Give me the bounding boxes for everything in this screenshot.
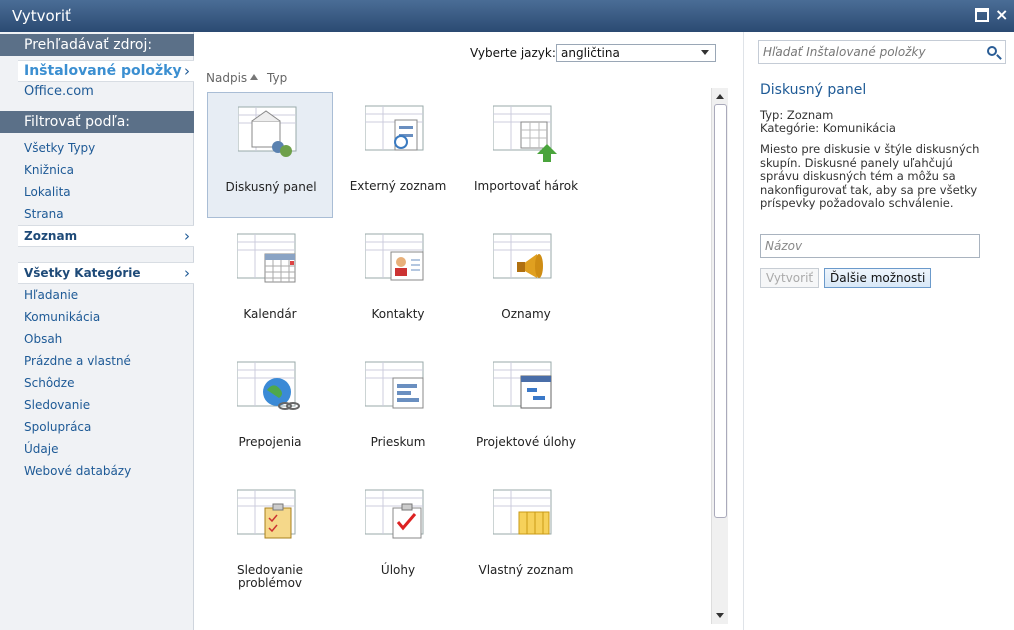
- filter-page[interactable]: Strana: [24, 207, 64, 221]
- tile-label: Kontakty: [371, 307, 425, 321]
- category-all-label: Všetky Kategórie: [24, 266, 141, 280]
- issue-tracking-icon: [237, 489, 296, 539]
- create-button[interactable]: Vytvoriť: [760, 268, 820, 288]
- template-tile[interactable]: Externý zoznam: [335, 92, 461, 218]
- discussion-board-icon: [238, 106, 297, 157]
- search-icon[interactable]: [987, 46, 997, 56]
- announcements-icon: [493, 233, 552, 279]
- calendar-icon: [237, 233, 296, 283]
- category-meetings[interactable]: Schôdze: [24, 376, 74, 390]
- contacts-icon: [365, 233, 424, 281]
- filter-header: Filtrovať podľa:: [0, 111, 194, 133]
- category-search[interactable]: Hľadanie: [24, 288, 78, 302]
- tile-label: Sledovanie problémov: [236, 563, 304, 590]
- filter-site[interactable]: Lokalita: [24, 185, 71, 199]
- template-tile[interactable]: Projektové úlohy: [463, 348, 589, 474]
- tile-label: Kalendár: [243, 307, 297, 321]
- browse-header: Prehľadávať zdroj:: [0, 34, 194, 56]
- template-tile[interactable]: Kontakty: [335, 220, 461, 346]
- category-data[interactable]: Údaje: [24, 442, 58, 456]
- template-tile[interactable]: Importovať hárok: [463, 92, 589, 218]
- category-communication[interactable]: Komunikácia: [24, 310, 100, 324]
- survey-icon: [365, 361, 424, 409]
- sort-by-title[interactable]: Nadpis: [206, 71, 247, 85]
- scroll-up-icon[interactable]: [716, 94, 724, 99]
- filter-list-selected[interactable]: Zoznam ›: [18, 225, 194, 247]
- category-web-databases[interactable]: Webové databázy: [24, 464, 131, 478]
- maximize-icon[interactable]: [975, 8, 989, 22]
- template-tile[interactable]: Oznamy: [463, 220, 589, 346]
- custom-list-icon: [493, 489, 552, 535]
- details-type: Typ: Zoznam: [760, 108, 834, 122]
- template-tile[interactable]: Prepojenia: [207, 348, 333, 474]
- tile-label: Prepojenia: [238, 435, 302, 449]
- tile-label: Externý zoznam: [349, 179, 447, 193]
- window-title: Vytvoriť: [12, 7, 71, 25]
- source-installed-items[interactable]: Inštalované položky ›: [18, 60, 194, 82]
- panel-divider: [743, 32, 744, 630]
- left-navigation: Prehľadávať zdroj: Inštalované položky ›…: [0, 32, 194, 630]
- tile-label: Importovať hárok: [473, 179, 579, 193]
- filter-list-label: Zoznam: [24, 229, 78, 243]
- details-category: Kategórie: Komunikácia: [760, 121, 896, 135]
- project-tasks-icon: [493, 361, 552, 409]
- template-tile[interactable]: Diskusný panel: [207, 92, 333, 218]
- external-list-icon: [365, 105, 424, 151]
- category-content[interactable]: Obsah: [24, 332, 62, 346]
- search-installed-input[interactable]: Hľadať Inštalované položky: [758, 40, 1006, 64]
- tile-label: Vlastný zoznam: [478, 563, 574, 577]
- category-blank-custom[interactable]: Prázdne a vlastné: [24, 354, 131, 368]
- vertical-scrollbar[interactable]: [711, 88, 728, 624]
- tile-label: Diskusný panel: [225, 180, 317, 194]
- sort-by-type[interactable]: Typ: [267, 71, 287, 85]
- scroll-down-icon[interactable]: [716, 613, 724, 618]
- tile-label: Projektové úlohy: [475, 435, 577, 449]
- category-tracking[interactable]: Sledovanie: [24, 398, 90, 412]
- language-value: angličtina: [561, 46, 620, 60]
- chevron-right-icon: ›: [184, 264, 190, 282]
- details-title: Diskusný panel: [760, 82, 867, 98]
- dropdown-arrow-icon: [701, 50, 709, 55]
- filter-all-types[interactable]: Všetky Typy: [24, 141, 95, 155]
- language-select[interactable]: angličtina: [556, 44, 716, 62]
- tasks-icon: [365, 489, 424, 539]
- scroll-thumb[interactable]: [714, 104, 727, 518]
- category-collaboration[interactable]: Spolupráca: [24, 420, 91, 434]
- links-icon: [237, 361, 300, 410]
- source-installed-label: Inštalované položky: [24, 63, 182, 79]
- import-spreadsheet-icon: [493, 105, 557, 162]
- name-placeholder: Názov: [765, 239, 803, 253]
- tile-label: Prieskum: [370, 435, 426, 449]
- chevron-right-icon: ›: [184, 227, 190, 245]
- close-icon[interactable]: ×: [995, 7, 1009, 23]
- filter-library[interactable]: Knižnica: [24, 163, 74, 177]
- category-all-selected[interactable]: Všetky Kategórie ›: [18, 262, 194, 284]
- details-description: Miesto pre diskusie v štýle diskusných s…: [760, 142, 980, 210]
- template-tile[interactable]: Kalendár: [207, 220, 333, 346]
- name-field[interactable]: Názov: [760, 234, 980, 258]
- language-label: Vyberte jazyk:: [470, 46, 556, 60]
- more-options-button[interactable]: Ďalšie možnosti: [824, 268, 932, 288]
- sort-ascending-icon: [250, 74, 258, 80]
- template-tile[interactable]: Sledovanie problémov: [207, 476, 333, 602]
- search-placeholder: Hľadať Inštalované položky: [763, 45, 926, 59]
- template-tile[interactable]: Prieskum: [335, 348, 461, 474]
- tile-label: Oznamy: [501, 307, 551, 321]
- tile-label: Úlohy: [380, 563, 416, 577]
- window-title-bar: Vytvoriť ×: [0, 0, 1014, 32]
- template-tile[interactable]: Vlastný zoznam: [463, 476, 589, 602]
- source-office-com[interactable]: Office.com: [24, 84, 94, 99]
- template-tile[interactable]: Úlohy: [335, 476, 461, 602]
- chevron-right-icon: ›: [184, 62, 190, 80]
